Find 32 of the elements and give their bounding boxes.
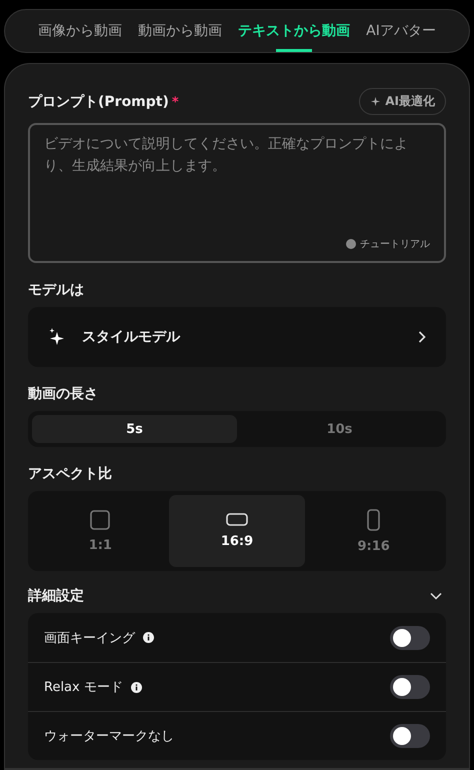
rectangle-icon	[226, 513, 248, 526]
advanced-label: 詳細設定	[28, 587, 84, 605]
setting-label: 画面キーイング	[44, 630, 135, 646]
setting-label: Relax モード	[44, 679, 123, 696]
duration-label: 動画の長さ	[28, 386, 98, 402]
toggle-switch[interactable]	[390, 675, 430, 699]
tab[interactable]: テキストから動画	[238, 10, 350, 52]
chevron-right-icon	[418, 331, 426, 343]
aspect-option[interactable]: 16:9	[168, 495, 306, 567]
tab[interactable]: 画像から動画	[38, 10, 122, 52]
model-label: モデルは	[28, 282, 84, 298]
chevron-down-icon[interactable]	[430, 592, 442, 600]
duration-option[interactable]: 5s	[32, 415, 237, 443]
prompt-label: プロンプト(Prompt) *	[28, 92, 179, 110]
tab[interactable]: AIアバター	[366, 10, 436, 52]
sparkle-icon	[48, 327, 66, 347]
setting-label: ウォーターマークなし	[44, 728, 174, 745]
duration-option[interactable]: 10s	[237, 415, 442, 443]
toggle-switch[interactable]	[390, 626, 430, 650]
model-selector[interactable]: スタイルモデル	[28, 307, 446, 367]
square-icon	[90, 510, 110, 530]
aspect-label: アスペクト比	[28, 466, 112, 482]
toggle-switch[interactable]	[390, 724, 430, 748]
aspect-option[interactable]: 9:16	[305, 495, 442, 567]
help-icon	[346, 239, 356, 249]
rectangle-icon	[367, 508, 380, 530]
ai-optimize-button[interactable]: AI最適化	[359, 88, 446, 115]
tutorial-link[interactable]: チュートリアル	[346, 237, 430, 251]
sparkle-icon	[370, 96, 382, 107]
aspect-option[interactable]: 1:1	[32, 495, 169, 567]
tab[interactable]: 動画から動画	[138, 10, 222, 52]
prompt-field[interactable]: ビデオについて説明してください。正確なプロンプトにより、生成結果が向上します。 チュートリアル	[28, 123, 446, 263]
